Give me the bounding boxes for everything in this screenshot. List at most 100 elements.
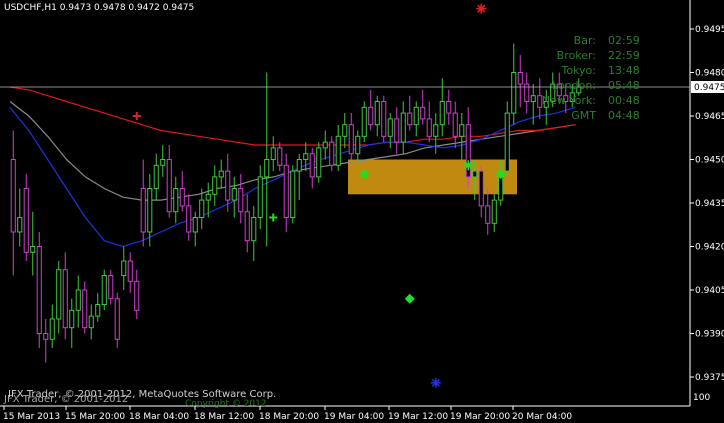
candle-body	[49, 318, 55, 340]
candle-body	[407, 112, 413, 126]
star-marker	[430, 377, 441, 388]
candle-body	[121, 260, 127, 276]
candle-body	[504, 112, 510, 172]
star-marker	[476, 3, 487, 14]
candle-body	[459, 124, 465, 137]
candle-body	[218, 170, 224, 178]
candle-body	[478, 170, 484, 207]
candle-body	[452, 112, 458, 137]
candle-body	[485, 205, 491, 224]
candle	[36, 232, 42, 348]
candle-body	[231, 188, 237, 201]
clock-value: 05:48	[608, 79, 640, 92]
candle-body	[264, 159, 270, 178]
candle-body	[426, 118, 432, 137]
candle-body	[10, 159, 16, 233]
y-tick-label: 0.9450	[695, 156, 724, 166]
y-tick-label: 0.9390	[695, 330, 724, 340]
x-tick-label: 18 Mar 12:00	[194, 412, 254, 422]
candle-body	[361, 106, 367, 137]
symbol-name: USDCHF,H1	[4, 3, 57, 13]
candle-body	[374, 101, 380, 126]
candle	[316, 142, 322, 183]
star-marker	[359, 169, 370, 179]
candle-body	[199, 199, 205, 219]
candle-body	[23, 188, 29, 253]
candle-body	[251, 217, 257, 242]
candle-body	[36, 246, 42, 334]
ohlc-values: 0.9473 0.9478 0.9472 0.9475	[59, 3, 195, 13]
candle-body	[134, 280, 140, 311]
candle-body	[368, 106, 374, 126]
symbol-header: USDCHF,H1 0.9473 0.9478 0.9472 0.9475	[4, 3, 194, 13]
candle-body	[166, 159, 172, 213]
x-tick-label: 19 Mar 04:00	[324, 412, 384, 422]
clock-value: 22:59	[608, 49, 640, 62]
candle-body	[394, 118, 400, 143]
candle	[114, 292, 120, 348]
candle-body	[173, 188, 179, 213]
candle-body	[17, 217, 23, 233]
candle-body	[270, 147, 276, 160]
clock-value: 13:48	[608, 64, 640, 77]
candle-body	[322, 141, 328, 149]
candle-body	[290, 170, 296, 219]
y-tick-label: 0.9405	[695, 286, 724, 296]
candle	[361, 101, 367, 143]
candle-body	[342, 124, 348, 137]
candle-body	[400, 112, 406, 143]
candle-body	[95, 304, 101, 317]
x-tick-label: 20 Mar 04:00	[512, 412, 572, 422]
corner-label: 100	[693, 393, 710, 403]
candle-body	[238, 188, 244, 213]
clock-label: London:	[551, 79, 596, 92]
x-tick-label: 19 Mar 20:00	[450, 412, 510, 422]
candle-body	[108, 275, 114, 300]
candle-body	[114, 298, 120, 340]
candle-body	[472, 170, 478, 178]
candle-body	[179, 188, 185, 207]
candle-body	[160, 159, 166, 166]
candle-body	[205, 193, 211, 201]
y-tick-label: 0.9435	[695, 199, 724, 209]
clock-label: GMT	[571, 109, 596, 122]
candle-body	[439, 101, 445, 126]
x-tick-label: 19 Mar 12:00	[388, 412, 448, 422]
candle-body	[420, 106, 426, 120]
candle-body	[140, 188, 146, 233]
candle-body	[277, 147, 283, 166]
candle-body	[225, 170, 231, 201]
candle-body	[348, 124, 354, 155]
candle-body	[147, 188, 153, 233]
candle-body	[283, 164, 289, 219]
clock-value: 02:59	[608, 34, 640, 47]
candle-body	[303, 153, 309, 160]
candle-body	[296, 159, 302, 172]
candle-body	[355, 135, 361, 155]
candle-body	[329, 141, 335, 166]
star-marker	[463, 160, 474, 171]
price-zone	[348, 159, 517, 195]
current-price-label: 0.9475	[694, 83, 724, 93]
candle-body	[30, 246, 36, 253]
clock-label: New York:	[541, 94, 596, 107]
candle-body	[56, 269, 62, 320]
y-tick-label: 0.9375	[695, 373, 724, 383]
copyright-overlay-text: ЈFX Trader, © 2001-2012	[4, 394, 129, 405]
clock-label: Broker:	[556, 49, 596, 62]
candle	[381, 95, 387, 143]
copyright-extra-text: Copyright © 2012	[185, 399, 267, 409]
candle-body	[153, 164, 159, 190]
candle-body	[491, 199, 497, 224]
candle-body	[43, 333, 49, 340]
candle-body	[244, 211, 250, 242]
candle-body	[387, 118, 393, 137]
chart-window[interactable]: 0.9495 0.9480 0.9465 0.9450 0.9435 0.9420 0.94…	[0, 0, 724, 423]
y-tick-label: 0.9480	[695, 69, 724, 79]
candle-body	[82, 289, 88, 329]
x-tick-label: 18 Mar 04:00	[129, 412, 189, 422]
candle-body	[335, 135, 341, 166]
candle-body	[192, 217, 198, 233]
x-tick-label: 15 Mar 2013	[3, 412, 60, 422]
y-tick-label: 0.9465	[695, 112, 724, 122]
